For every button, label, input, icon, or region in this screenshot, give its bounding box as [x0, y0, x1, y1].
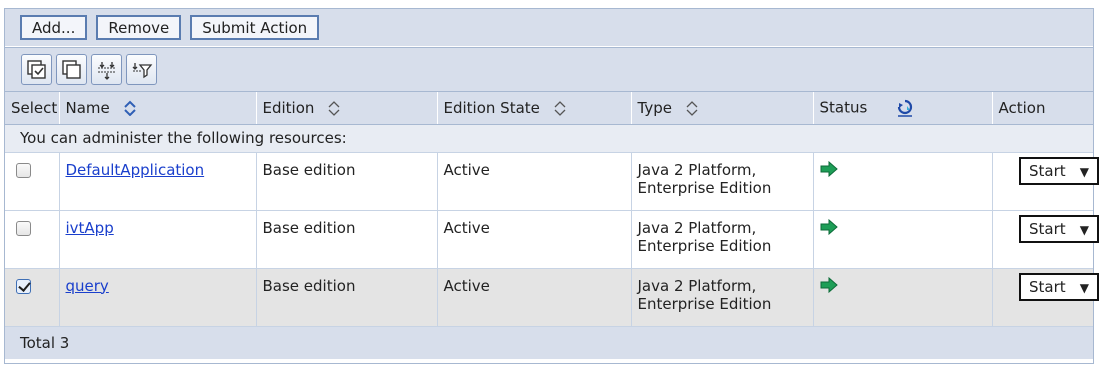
- application-link[interactable]: query: [66, 277, 109, 295]
- row-checkbox-checked[interactable]: [16, 278, 31, 294]
- type-cell: Java 2 Platform, Enterprise Edition: [631, 268, 814, 327]
- status-header-label: Status: [819, 98, 868, 117]
- column-header-select: Select: [5, 92, 60, 125]
- status-cell: [813, 210, 993, 269]
- action-select-value: Start: [1029, 161, 1066, 180]
- type-line-1: Java 2 Platform,: [637, 218, 757, 237]
- total-row: Total 3: [5, 325, 1093, 359]
- expand-all-button[interactable]: [91, 54, 122, 85]
- remove-button[interactable]: Remove: [96, 15, 182, 40]
- total-text: Total 3: [5, 325, 1093, 359]
- edition-cell: Base edition: [256, 152, 438, 211]
- action-toolbar: Add... Remove Submit Action: [5, 9, 1093, 47]
- applications-table: Select Name Edition Edition State Type S…: [5, 92, 1099, 359]
- expand-all-icon: [97, 61, 116, 80]
- select-cell: [5, 268, 60, 327]
- column-header-name[interactable]: Name: [59, 92, 257, 125]
- status-cell: [813, 268, 993, 327]
- name-header-label: Name: [65, 98, 110, 117]
- edition-state-header-label: Edition State: [443, 98, 540, 117]
- action-cell: Start ▼: [992, 268, 1099, 327]
- edition-cell: Base edition: [256, 268, 438, 327]
- type-line-2: Enterprise Edition: [637, 178, 772, 197]
- action-select-value: Start: [1029, 219, 1066, 238]
- column-header-action: Action: [992, 92, 1093, 125]
- add-button[interactable]: Add...: [20, 15, 88, 40]
- edition-header-label: Edition: [262, 98, 315, 117]
- type-header-label: Type: [637, 98, 672, 117]
- select-cell: [5, 210, 60, 269]
- dropdown-arrow-icon: ▼: [1079, 222, 1089, 237]
- sort-toggle-icon-active[interactable]: [123, 100, 137, 117]
- deselect-all-icon: [61, 59, 81, 79]
- edition-state-cell: Active: [437, 210, 632, 269]
- edition-state-cell: Active: [437, 152, 632, 211]
- type-line-2: Enterprise Edition: [637, 236, 772, 255]
- row-checkbox[interactable]: [16, 162, 31, 178]
- application-link[interactable]: ivtApp: [66, 219, 114, 237]
- sort-toggle-icon[interactable]: [553, 100, 567, 117]
- action-cell: Start ▼: [992, 210, 1099, 269]
- running-arrow-icon: [820, 160, 838, 177]
- type-line-1: Java 2 Platform,: [637, 160, 757, 179]
- action-cell: Start ▼: [992, 152, 1099, 211]
- table-row: ivtApp Base edition Active Java 2 Platfo…: [5, 210, 1099, 269]
- action-select-value: Start: [1029, 277, 1066, 296]
- select-all-icon: [26, 59, 46, 79]
- table-row: DefaultApplication Base edition Active J…: [5, 152, 1099, 211]
- refresh-icon[interactable]: [896, 98, 914, 118]
- dropdown-arrow-icon: ▼: [1079, 164, 1089, 179]
- type-cell: Java 2 Platform, Enterprise Edition: [631, 152, 814, 211]
- table-header-row: Select Name Edition Edition State Type S…: [5, 92, 1093, 125]
- action-header-label: Action: [998, 98, 1046, 117]
- application-list-panel: Add... Remove Submit Action Select Name …: [4, 8, 1099, 364]
- name-cell: query: [59, 268, 257, 327]
- filter-icon: [132, 62, 152, 78]
- edition-cell: Base edition: [256, 210, 438, 269]
- select-all-button[interactable]: [21, 54, 52, 85]
- sort-toggle-icon[interactable]: [327, 100, 341, 117]
- name-cell: DefaultApplication: [59, 152, 257, 211]
- running-arrow-icon: [820, 218, 838, 235]
- column-header-type[interactable]: Type: [631, 92, 814, 125]
- deselect-all-button[interactable]: [56, 54, 87, 85]
- action-select[interactable]: Start ▼: [1019, 272, 1099, 301]
- info-row: You can administer the following resourc…: [5, 124, 1093, 153]
- info-text: You can administer the following resourc…: [5, 124, 1093, 153]
- running-arrow-icon: [820, 276, 838, 293]
- status-cell: [813, 152, 993, 211]
- type-cell: Java 2 Platform, Enterprise Edition: [631, 210, 814, 269]
- table-tools-bar: [5, 47, 1093, 92]
- select-cell: [5, 152, 60, 211]
- action-select[interactable]: Start ▼: [1019, 214, 1099, 243]
- dropdown-arrow-icon: ▼: [1079, 280, 1089, 295]
- row-checkbox[interactable]: [16, 220, 31, 236]
- action-select[interactable]: Start ▼: [1019, 156, 1099, 185]
- submit-action-button[interactable]: Submit Action: [190, 15, 320, 40]
- sort-toggle-icon[interactable]: [685, 100, 699, 117]
- filter-button[interactable]: [126, 54, 157, 85]
- name-cell: ivtApp: [59, 210, 257, 269]
- type-line-1: Java 2 Platform,: [637, 276, 757, 295]
- type-line-2: Enterprise Edition: [637, 294, 772, 313]
- application-link[interactable]: DefaultApplication: [66, 161, 205, 179]
- table-row: query Base edition Active Java 2 Platfor…: [5, 268, 1099, 327]
- edition-state-cell: Active: [437, 268, 632, 327]
- select-header-label: Select: [11, 98, 58, 117]
- column-header-edition-state[interactable]: Edition State: [437, 92, 632, 125]
- column-header-edition[interactable]: Edition: [256, 92, 438, 125]
- column-header-status: Status: [813, 92, 993, 125]
